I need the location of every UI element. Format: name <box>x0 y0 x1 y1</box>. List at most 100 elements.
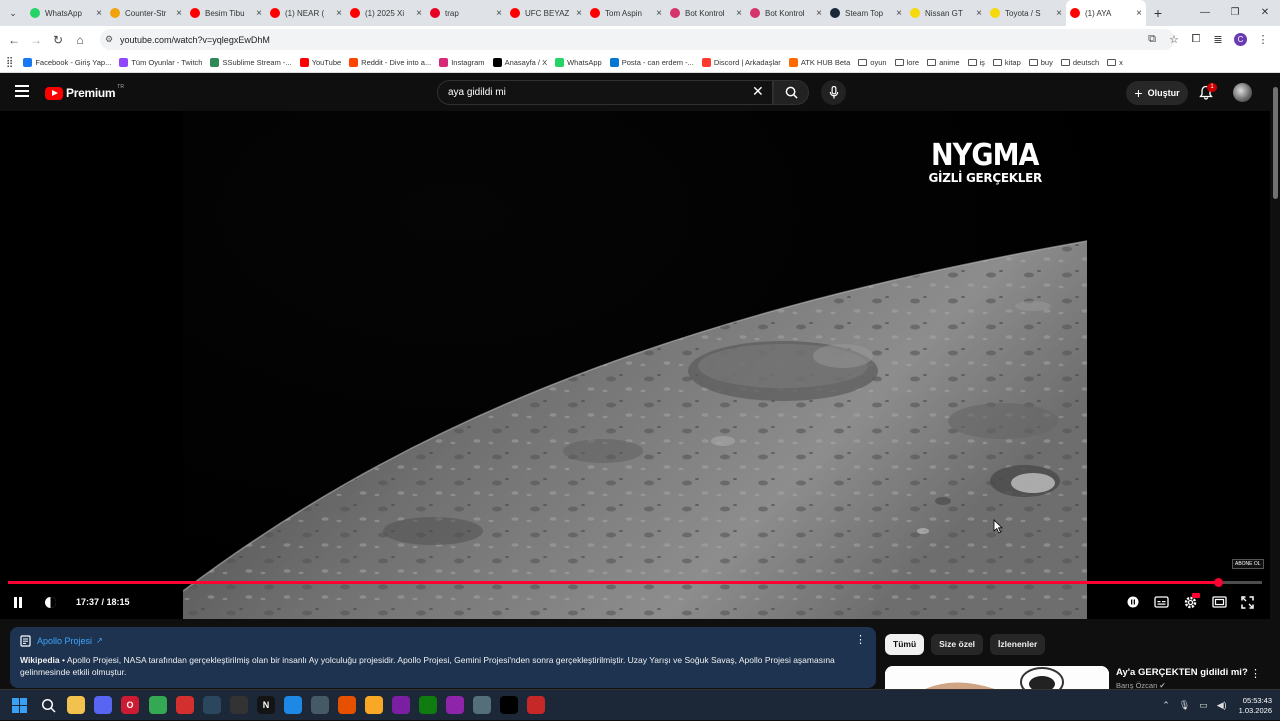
bookmark-item[interactable]: Instagram <box>439 58 485 67</box>
info-panel-more-icon[interactable]: ⋮ <box>855 633 866 646</box>
bookmark-item[interactable]: ATK HUB Beta <box>788 58 850 67</box>
subscribe-badge[interactable]: ABONE OL <box>1232 559 1264 569</box>
bookmark-item[interactable]: Anasayfa / X <box>492 58 547 67</box>
browser-tab[interactable]: trap × <box>426 0 506 26</box>
home-button[interactable]: ⌂ <box>69 33 91 47</box>
browser-tab[interactable]: (1) NEAR (× <box>266 0 346 26</box>
taskbar-app-file-explorer-icon[interactable] <box>67 696 85 714</box>
youtube-premium-logo[interactable]: Premium TR <box>45 84 124 100</box>
media-controls-icon[interactable]: ≣ <box>1207 33 1229 46</box>
voice-search-button[interactable] <box>821 80 846 105</box>
bookmark-item[interactable]: Facebook - Giriş Yap... <box>23 58 111 67</box>
fullscreen-button[interactable] <box>1241 595 1254 609</box>
tab-close-icon[interactable]: × <box>412 8 426 19</box>
bookmark-item[interactable]: Discord | Arkadaşlar <box>701 58 781 67</box>
tab-close-icon[interactable]: × <box>172 8 186 19</box>
browser-tab[interactable]: Bot Kontrol × <box>666 0 746 26</box>
browser-tab[interactable]: Counter-Str × <box>106 0 186 26</box>
subtitles-button[interactable] <box>1154 596 1169 608</box>
browser-tab[interactable]: (1) 2025 Xi × <box>346 0 426 26</box>
taskbar-search-icon[interactable] <box>41 698 56 713</box>
page-scrollbar[interactable] <box>1270 75 1280 689</box>
bookmark-star-icon[interactable]: ☆ <box>1163 33 1185 46</box>
address-bar[interactable]: ⚙ youtube.com/watch?v=yqlegxEwDhM <box>100 29 1175 50</box>
scrollbar-thumb[interactable] <box>1273 87 1278 199</box>
browser-tab[interactable]: Besim Tibu × <box>186 0 266 26</box>
bookmark-folder[interactable]: lore <box>894 58 919 67</box>
bookmark-item[interactable]: Posta - can erdem -... <box>609 58 694 67</box>
settings-button[interactable] <box>1183 592 1200 610</box>
taskbar-app-app-grey-icon[interactable] <box>473 696 491 714</box>
bookmark-folder[interactable]: deutsch <box>1060 58 1099 67</box>
progress-bar[interactable] <box>8 578 1262 587</box>
recommendation-thumbnail[interactable] <box>885 666 1109 689</box>
tab-close-icon[interactable]: × <box>812 8 826 19</box>
bookmark-item[interactable]: WhatsApp <box>555 58 602 67</box>
clear-search-icon[interactable]: ✕ <box>752 83 764 100</box>
create-button[interactable]: + Oluştur <box>1126 81 1188 105</box>
bookmark-item[interactable]: Reddit - Dive into a... <box>349 58 431 67</box>
site-info-icon[interactable]: ⚙ <box>105 34 113 45</box>
profile-avatar[interactable]: C <box>1234 33 1247 46</box>
windows-start-icon[interactable] <box>12 698 27 713</box>
taskbar-app-app-dark-icon[interactable] <box>230 696 248 714</box>
chip-watched[interactable]: İzlenenler <box>990 634 1046 655</box>
network-icon[interactable]: ▭ <box>1199 700 1208 711</box>
external-link-icon[interactable]: ↗ <box>96 636 103 645</box>
info-panel-source[interactable]: Wikipedia <box>20 655 60 665</box>
taskbar-app-app-black-icon[interactable] <box>500 696 518 714</box>
info-panel-title-link[interactable]: Apollo Projesi <box>37 636 92 646</box>
minimize-button[interactable]: — <box>1190 0 1220 26</box>
bookmark-folder[interactable]: buy <box>1028 58 1053 67</box>
account-avatar[interactable] <box>1233 83 1252 102</box>
back-button[interactable]: ← <box>3 33 25 47</box>
tab-close-icon[interactable]: × <box>332 8 346 19</box>
volume-icon[interactable] <box>44 596 58 609</box>
bookmark-item[interactable]: YouTube <box>299 58 341 67</box>
bookmark-folder[interactable]: kitap <box>992 58 1021 67</box>
taskbar-app-netflix-icon[interactable]: N <box>257 696 275 714</box>
browser-tab[interactable]: (1) AYA × <box>1066 0 1146 26</box>
taskbar-app-xbox-icon[interactable] <box>419 696 437 714</box>
taskbar-app-steam-icon[interactable] <box>203 696 221 714</box>
tab-close-icon[interactable]: × <box>252 8 266 19</box>
new-tab-button[interactable]: + <box>1146 5 1170 21</box>
browser-tab[interactable]: Bot Kontrol × <box>746 0 826 26</box>
speaker-icon[interactable]: ◀) <box>1217 700 1227 711</box>
tab-close-icon[interactable]: × <box>92 8 106 19</box>
browser-tab[interactable]: WhatsApp × <box>26 0 106 26</box>
taskbar-app-app-yellow-icon[interactable] <box>365 696 383 714</box>
taskbar-app-chrome-icon[interactable] <box>149 696 167 714</box>
pause-icon[interactable] <box>12 596 24 609</box>
browser-tab[interactable]: Tom Aspin × <box>586 0 666 26</box>
recommendation-more-icon[interactable]: ⋮ <box>1250 667 1261 680</box>
chrome-menu-icon[interactable]: ⋮ <box>1252 33 1274 46</box>
tab-close-icon[interactable]: × <box>972 8 986 19</box>
video-player[interactable]: NYGMA GİZLİ GERÇEKLER ABONE OL 17:37 / 1… <box>0 111 1270 619</box>
taskbar-app-app-red-icon[interactable] <box>176 696 194 714</box>
taskbar-clock[interactable]: 05:53:43 1.03.2026 <box>1239 696 1272 716</box>
tab-close-icon[interactable]: × <box>652 8 666 19</box>
tab-close-icon[interactable]: × <box>1132 8 1146 19</box>
taskbar-app-app-violet-icon[interactable] <box>446 696 464 714</box>
bookmark-folder[interactable]: oyun <box>858 58 887 67</box>
tab-search-button[interactable]: ⌄ <box>0 0 26 26</box>
taskbar-app-shield-app-icon[interactable] <box>527 696 545 714</box>
bookmark-folder[interactable]: anime <box>927 58 960 67</box>
chip-for-you[interactable]: Size özel <box>931 634 984 655</box>
taskbar-app-app-orange-icon[interactable] <box>338 696 356 714</box>
extensions-icon[interactable]: ⧠ <box>1185 33 1207 46</box>
taskbar-app-opera-icon[interactable]: O <box>121 696 139 714</box>
tray-overflow-icon[interactable]: ⌃ <box>1162 700 1170 711</box>
tab-close-icon[interactable]: × <box>892 8 906 19</box>
bookmark-item[interactable]: Tüm Oyunlar - Twitch <box>119 58 202 67</box>
search-button[interactable] <box>773 80 809 105</box>
microphone-tray-icon[interactable]: 🎙︎ <box>1179 700 1190 711</box>
taskbar-app-app-purple-icon[interactable] <box>392 696 410 714</box>
taskbar-app-app-blue-icon[interactable] <box>284 696 302 714</box>
reload-button[interactable]: ↻ <box>47 33 69 47</box>
browser-tab[interactable]: UFC BEYAZ × <box>506 0 586 26</box>
search-input[interactable]: aya gidildi mi <box>437 80 773 105</box>
browser-tab[interactable]: Toyota / S × <box>986 0 1066 26</box>
recommendation-title[interactable]: Ay'a GERÇEKTEN gidildi mi? <box>1116 667 1248 678</box>
